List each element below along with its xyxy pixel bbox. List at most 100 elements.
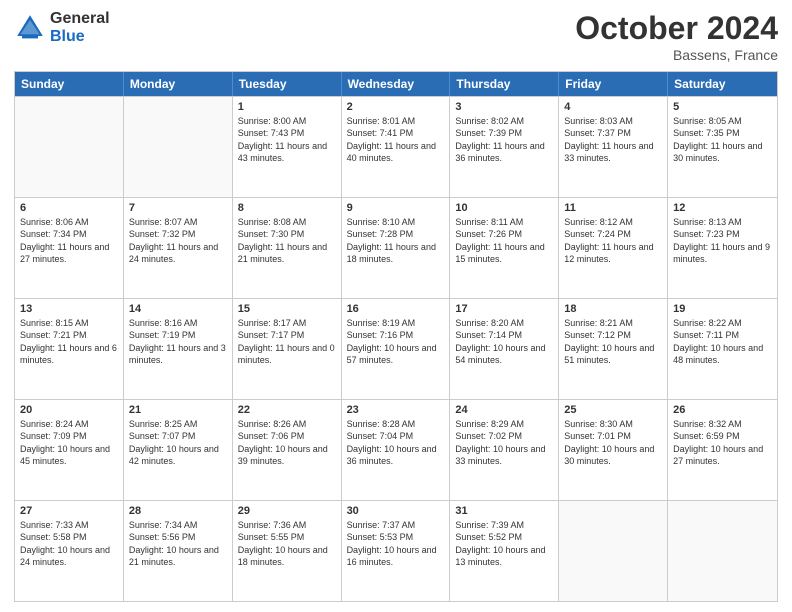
calendar-cell: 11Sunrise: 8:12 AM Sunset: 7:24 PM Dayli… — [559, 198, 668, 298]
cell-info: Sunrise: 8:15 AM Sunset: 7:21 PM Dayligh… — [20, 317, 118, 366]
day-number: 22 — [238, 403, 336, 417]
day-number: 25 — [564, 403, 662, 417]
month-title: October 2024 — [575, 10, 778, 47]
cell-info: Sunrise: 8:28 AM Sunset: 7:04 PM Dayligh… — [347, 418, 445, 467]
cell-info: Sunrise: 7:33 AM Sunset: 5:58 PM Dayligh… — [20, 519, 118, 568]
cell-info: Sunrise: 8:24 AM Sunset: 7:09 PM Dayligh… — [20, 418, 118, 467]
calendar-row: 27Sunrise: 7:33 AM Sunset: 5:58 PM Dayli… — [15, 500, 777, 601]
day-number: 14 — [129, 302, 227, 316]
calendar-cell: 5Sunrise: 8:05 AM Sunset: 7:35 PM Daylig… — [668, 97, 777, 197]
calendar-cell: 29Sunrise: 7:36 AM Sunset: 5:55 PM Dayli… — [233, 501, 342, 601]
calendar-cell: 7Sunrise: 8:07 AM Sunset: 7:32 PM Daylig… — [124, 198, 233, 298]
cell-info: Sunrise: 7:39 AM Sunset: 5:52 PM Dayligh… — [455, 519, 553, 568]
calendar-row: 20Sunrise: 8:24 AM Sunset: 7:09 PM Dayli… — [15, 399, 777, 500]
logo-general: General — [50, 10, 110, 28]
day-number: 6 — [20, 201, 118, 215]
calendar-cell: 22Sunrise: 8:26 AM Sunset: 7:06 PM Dayli… — [233, 400, 342, 500]
calendar-row: 1Sunrise: 8:00 AM Sunset: 7:43 PM Daylig… — [15, 96, 777, 197]
day-number: 24 — [455, 403, 553, 417]
day-number: 30 — [347, 504, 445, 518]
calendar-cell — [15, 97, 124, 197]
day-number: 15 — [238, 302, 336, 316]
day-number: 28 — [129, 504, 227, 518]
calendar-cell: 28Sunrise: 7:34 AM Sunset: 5:56 PM Dayli… — [124, 501, 233, 601]
header-day-sunday: Sunday — [15, 72, 124, 96]
calendar-body: 1Sunrise: 8:00 AM Sunset: 7:43 PM Daylig… — [15, 96, 777, 601]
calendar-cell: 8Sunrise: 8:08 AM Sunset: 7:30 PM Daylig… — [233, 198, 342, 298]
cell-info: Sunrise: 8:06 AM Sunset: 7:34 PM Dayligh… — [20, 216, 118, 265]
cell-info: Sunrise: 7:34 AM Sunset: 5:56 PM Dayligh… — [129, 519, 227, 568]
day-number: 3 — [455, 100, 553, 114]
calendar-cell: 24Sunrise: 8:29 AM Sunset: 7:02 PM Dayli… — [450, 400, 559, 500]
cell-info: Sunrise: 7:37 AM Sunset: 5:53 PM Dayligh… — [347, 519, 445, 568]
logo: General Blue — [14, 10, 110, 45]
cell-info: Sunrise: 8:02 AM Sunset: 7:39 PM Dayligh… — [455, 115, 553, 164]
day-number: 27 — [20, 504, 118, 518]
day-number: 5 — [673, 100, 772, 114]
day-number: 9 — [347, 201, 445, 215]
day-number: 1 — [238, 100, 336, 114]
calendar: SundayMondayTuesdayWednesdayThursdayFrid… — [14, 71, 778, 602]
day-number: 17 — [455, 302, 553, 316]
calendar-cell: 31Sunrise: 7:39 AM Sunset: 5:52 PM Dayli… — [450, 501, 559, 601]
header-day-thursday: Thursday — [450, 72, 559, 96]
day-number: 10 — [455, 201, 553, 215]
cell-info: Sunrise: 8:21 AM Sunset: 7:12 PM Dayligh… — [564, 317, 662, 366]
day-number: 23 — [347, 403, 445, 417]
day-number: 21 — [129, 403, 227, 417]
calendar-cell — [668, 501, 777, 601]
title-block: October 2024 Bassens, France — [575, 10, 778, 63]
day-number: 2 — [347, 100, 445, 114]
calendar-cell: 23Sunrise: 8:28 AM Sunset: 7:04 PM Dayli… — [342, 400, 451, 500]
day-number: 12 — [673, 201, 772, 215]
header-day-wednesday: Wednesday — [342, 72, 451, 96]
cell-info: Sunrise: 8:00 AM Sunset: 7:43 PM Dayligh… — [238, 115, 336, 164]
cell-info: Sunrise: 8:29 AM Sunset: 7:02 PM Dayligh… — [455, 418, 553, 467]
day-number: 26 — [673, 403, 772, 417]
day-number: 11 — [564, 201, 662, 215]
cell-info: Sunrise: 8:19 AM Sunset: 7:16 PM Dayligh… — [347, 317, 445, 366]
cell-info: Sunrise: 8:13 AM Sunset: 7:23 PM Dayligh… — [673, 216, 772, 265]
cell-info: Sunrise: 8:25 AM Sunset: 7:07 PM Dayligh… — [129, 418, 227, 467]
calendar-cell: 14Sunrise: 8:16 AM Sunset: 7:19 PM Dayli… — [124, 299, 233, 399]
calendar-cell: 25Sunrise: 8:30 AM Sunset: 7:01 PM Dayli… — [559, 400, 668, 500]
calendar-cell: 10Sunrise: 8:11 AM Sunset: 7:26 PM Dayli… — [450, 198, 559, 298]
day-number: 29 — [238, 504, 336, 518]
cell-info: Sunrise: 8:10 AM Sunset: 7:28 PM Dayligh… — [347, 216, 445, 265]
cell-info: Sunrise: 8:20 AM Sunset: 7:14 PM Dayligh… — [455, 317, 553, 366]
cell-info: Sunrise: 8:07 AM Sunset: 7:32 PM Dayligh… — [129, 216, 227, 265]
calendar-header: SundayMondayTuesdayWednesdayThursdayFrid… — [15, 72, 777, 96]
logo-text: General Blue — [50, 10, 110, 45]
location: Bassens, France — [575, 47, 778, 63]
calendar-row: 6Sunrise: 8:06 AM Sunset: 7:34 PM Daylig… — [15, 197, 777, 298]
cell-info: Sunrise: 8:08 AM Sunset: 7:30 PM Dayligh… — [238, 216, 336, 265]
calendar-cell: 20Sunrise: 8:24 AM Sunset: 7:09 PM Dayli… — [15, 400, 124, 500]
cell-info: Sunrise: 8:12 AM Sunset: 7:24 PM Dayligh… — [564, 216, 662, 265]
day-number: 4 — [564, 100, 662, 114]
calendar-cell: 1Sunrise: 8:00 AM Sunset: 7:43 PM Daylig… — [233, 97, 342, 197]
calendar-cell: 2Sunrise: 8:01 AM Sunset: 7:41 PM Daylig… — [342, 97, 451, 197]
calendar-cell: 6Sunrise: 8:06 AM Sunset: 7:34 PM Daylig… — [15, 198, 124, 298]
header-day-tuesday: Tuesday — [233, 72, 342, 96]
cell-info: Sunrise: 8:22 AM Sunset: 7:11 PM Dayligh… — [673, 317, 772, 366]
cell-info: Sunrise: 8:16 AM Sunset: 7:19 PM Dayligh… — [129, 317, 227, 366]
cell-info: Sunrise: 8:32 AM Sunset: 6:59 PM Dayligh… — [673, 418, 772, 467]
calendar-cell: 30Sunrise: 7:37 AM Sunset: 5:53 PM Dayli… — [342, 501, 451, 601]
cell-info: Sunrise: 8:30 AM Sunset: 7:01 PM Dayligh… — [564, 418, 662, 467]
logo-icon — [14, 12, 46, 44]
day-number: 8 — [238, 201, 336, 215]
calendar-cell: 13Sunrise: 8:15 AM Sunset: 7:21 PM Dayli… — [15, 299, 124, 399]
calendar-cell: 16Sunrise: 8:19 AM Sunset: 7:16 PM Dayli… — [342, 299, 451, 399]
calendar-cell: 17Sunrise: 8:20 AM Sunset: 7:14 PM Dayli… — [450, 299, 559, 399]
header-day-saturday: Saturday — [668, 72, 777, 96]
cell-info: Sunrise: 8:11 AM Sunset: 7:26 PM Dayligh… — [455, 216, 553, 265]
day-number: 20 — [20, 403, 118, 417]
logo-blue: Blue — [50, 28, 110, 46]
calendar-cell: 12Sunrise: 8:13 AM Sunset: 7:23 PM Dayli… — [668, 198, 777, 298]
day-number: 7 — [129, 201, 227, 215]
header-day-monday: Monday — [124, 72, 233, 96]
cell-info: Sunrise: 7:36 AM Sunset: 5:55 PM Dayligh… — [238, 519, 336, 568]
cell-info: Sunrise: 8:26 AM Sunset: 7:06 PM Dayligh… — [238, 418, 336, 467]
calendar-row: 13Sunrise: 8:15 AM Sunset: 7:21 PM Dayli… — [15, 298, 777, 399]
calendar-cell: 18Sunrise: 8:21 AM Sunset: 7:12 PM Dayli… — [559, 299, 668, 399]
